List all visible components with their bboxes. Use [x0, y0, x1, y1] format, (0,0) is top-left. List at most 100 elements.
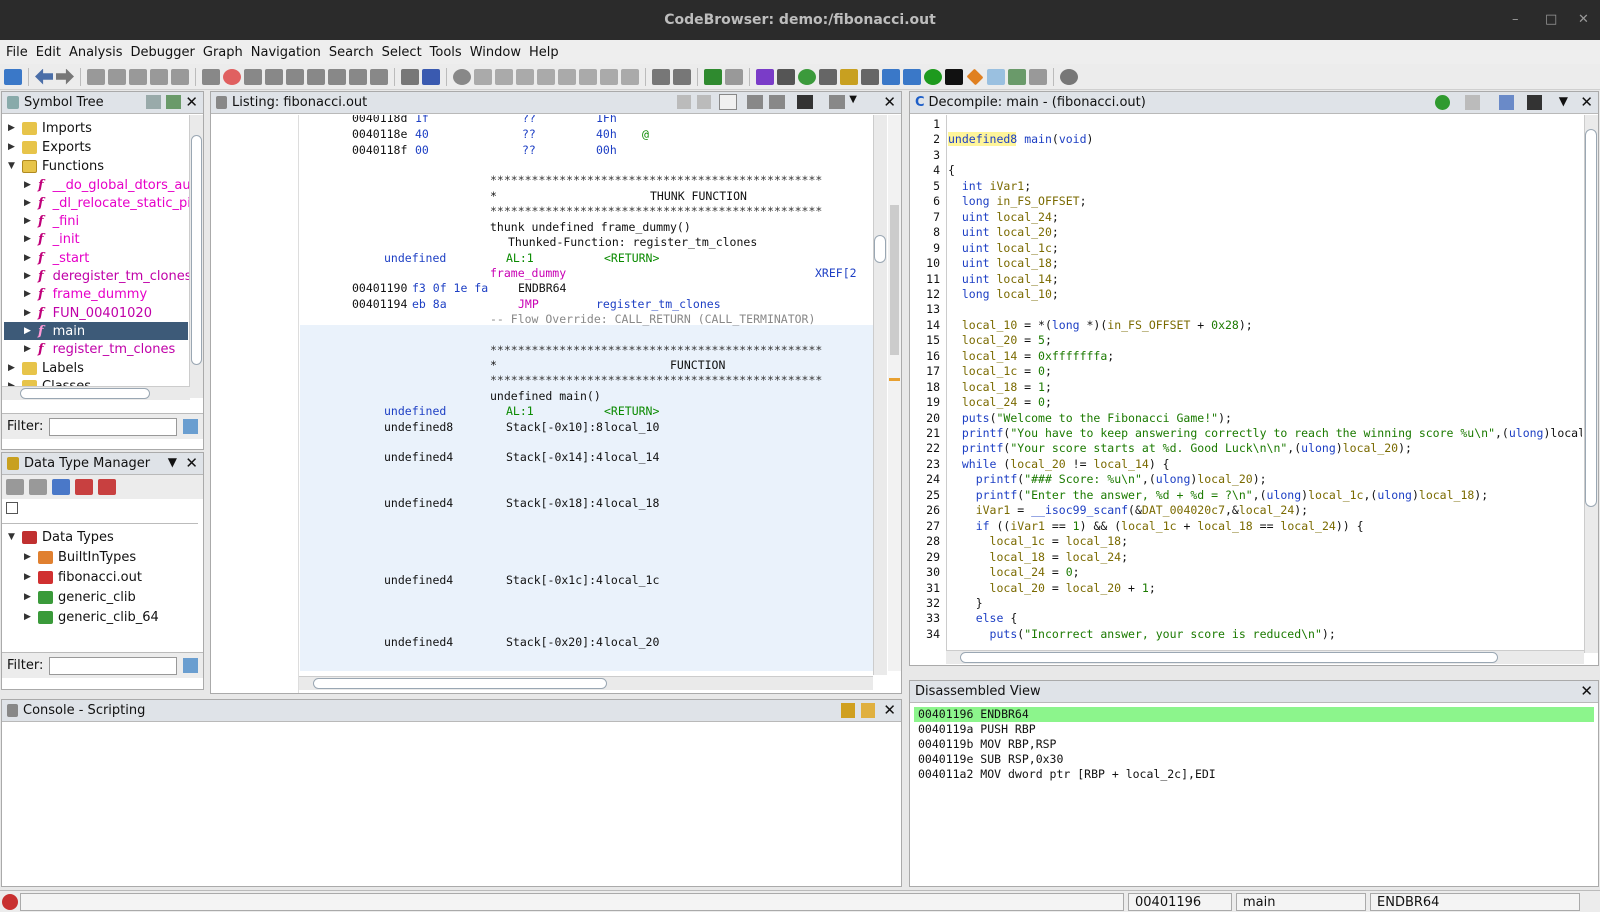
step-out-icon[interactable]	[579, 68, 597, 85]
decompile-line[interactable]: local_10 = *(long *)(in_FS_OFFSET + 0x28…	[948, 318, 1253, 332]
play-icon[interactable]	[474, 68, 492, 85]
down-arrow-icon[interactable]	[202, 68, 220, 85]
tree-item-function[interactable]: ▶ f _fini	[24, 212, 79, 230]
tree-item-builtin[interactable]: ▶ BuiltInTypes	[24, 548, 136, 566]
decompile-line[interactable]: undefined8 main(void)	[948, 132, 1094, 147]
b-icon[interactable]	[370, 68, 388, 85]
decompile-line[interactable]: local_20 = 5;	[948, 333, 1052, 347]
decompile-line[interactable]: }	[948, 596, 983, 610]
close-window-icon[interactable]: ✕	[1578, 0, 1589, 40]
export-icon[interactable]	[1008, 68, 1026, 85]
close-icon[interactable]: ✕	[185, 93, 198, 111]
menu-debugger[interactable]: Debugger	[131, 45, 195, 60]
decompile-hscroll[interactable]	[946, 650, 1584, 664]
terminal-icon[interactable]	[945, 68, 963, 85]
var-name[interactable]: local_14	[604, 450, 659, 464]
decompile-line[interactable]: local_14 = 0xfffffffa;	[948, 349, 1114, 363]
menu-analysis[interactable]: Analysis	[69, 45, 123, 60]
jump-target[interactable]: register_tm_clones	[596, 297, 721, 311]
record-icon[interactable]	[453, 68, 471, 85]
tree-item-function[interactable]: ▶ f _start	[24, 249, 89, 267]
f-icon[interactable]	[328, 68, 346, 85]
disasm-line[interactable]: 0040119b MOV RBP,RSP	[918, 737, 1056, 751]
function-graph-icon[interactable]	[903, 68, 921, 85]
pause-icon[interactable]	[495, 68, 513, 85]
decompiler-icon[interactable]	[882, 68, 900, 85]
menu-search[interactable]: Search	[329, 45, 374, 60]
field-layout-icon[interactable]	[747, 95, 763, 109]
help-icon[interactable]	[1060, 68, 1078, 85]
dropdown-icon[interactable]: ▼	[849, 94, 857, 105]
decompile-line[interactable]: local_20 = local_20 + 1;	[948, 581, 1156, 595]
l-icon[interactable]	[307, 68, 325, 85]
debugger-icon[interactable]	[401, 68, 419, 85]
u-icon[interactable]	[286, 68, 304, 85]
edit-function-icon[interactable]	[1499, 95, 1514, 110]
options-icon[interactable]	[829, 95, 845, 109]
step-back-icon[interactable]	[600, 68, 618, 85]
listing-icon[interactable]	[819, 68, 837, 85]
refresh-icon[interactable]	[798, 68, 816, 85]
menu-window[interactable]: Window	[470, 45, 521, 60]
decompile-line[interactable]: uint local_20;	[948, 225, 1059, 239]
decompile-line[interactable]: else {	[948, 611, 1018, 625]
diamond-icon[interactable]	[966, 68, 984, 85]
v-icon[interactable]	[349, 68, 367, 85]
back-icon[interactable]	[6, 479, 24, 495]
d-icon[interactable]	[265, 68, 283, 85]
decompile-line[interactable]: while (local_20 != local_14) {	[948, 457, 1170, 471]
run-script-icon[interactable]	[924, 68, 942, 85]
symbol-filter-input[interactable]	[49, 417, 178, 436]
menu-tools[interactable]: Tools	[430, 45, 462, 60]
decompile-line[interactable]: local_24 = 0;	[948, 395, 1052, 409]
listing-hscroll[interactable]	[299, 676, 873, 690]
tree-item-function[interactable]: ▶ f register_tm_clones	[24, 340, 175, 358]
symbol-tree-vscroll[interactable]	[189, 115, 203, 398]
decompile-line[interactable]: printf("Enter the answer, %d + %d = ?\n"…	[948, 488, 1488, 502]
memory-icon[interactable]	[840, 68, 858, 85]
decompile-line[interactable]: uint local_1c;	[948, 241, 1059, 255]
folder-add-icon[interactable]	[146, 95, 161, 109]
clear-icon[interactable]	[861, 703, 875, 718]
decompile-line[interactable]: puts("Welcome to the Fibonacci Game!");	[948, 411, 1232, 425]
decompile-line[interactable]: if ((iVar1 == 1) && (local_1c + local_18…	[948, 519, 1364, 533]
open-archive-icon[interactable]	[52, 479, 70, 495]
decompile-code[interactable]: 1 2 undefined8 main(void) 3 4{5 int iVar1; 6 …	[910, 115, 1582, 650]
tree-item-function[interactable]: ▶ f __do_global_dtors_aux	[24, 176, 198, 194]
decompile-line[interactable]: {	[948, 163, 955, 177]
paste-icon[interactable]	[697, 95, 711, 109]
disasm-line[interactable]: 004011a2 MOV dword ptr [RBP + local_2c],…	[918, 767, 1216, 781]
tree-item-function[interactable]: ▶ f _dl_relocate_static_pie	[24, 194, 199, 212]
close-icon[interactable]: ✕	[883, 93, 896, 111]
export-tree-icon[interactable]	[166, 95, 181, 109]
registers-icon[interactable]	[861, 68, 879, 85]
decompile-line[interactable]: local_1c = 0;	[948, 364, 1052, 378]
connect-icon[interactable]	[673, 68, 691, 85]
maximize-icon[interactable]: □	[1545, 0, 1557, 40]
tree-item-labels[interactable]: ▶ Labels	[8, 359, 84, 377]
tree-item-generic-clib[interactable]: ▶ generic_clib	[24, 588, 136, 606]
menu-graph[interactable]: Graph	[203, 45, 243, 60]
decompile-line[interactable]: printf("Your score starts at %d. Good Lu…	[948, 441, 1412, 455]
decompile-line[interactable]: uint local_14;	[948, 272, 1059, 286]
filter-options-icon[interactable]	[183, 658, 199, 673]
tree-item-generic-clib-64[interactable]: ▶ generic_clib_64	[24, 608, 159, 626]
menu-edit[interactable]: Edit	[36, 45, 61, 60]
table-icon[interactable]	[987, 68, 1005, 85]
collapse-all-icon[interactable]	[6, 502, 18, 514]
close-icon[interactable]: ✕	[883, 701, 896, 719]
disasm-line[interactable]: 0040119a PUSH RBP	[918, 722, 1036, 736]
nav-label-icon[interactable]	[150, 68, 168, 85]
decompile-line[interactable]: local_24 = 0;	[948, 565, 1080, 579]
tree-item-program[interactable]: ▶ fibonacci.out	[24, 568, 142, 586]
filter-options-icon[interactable]	[183, 419, 199, 434]
tree-item-data-types[interactable]: ▼ Data Types	[8, 528, 114, 546]
var-name[interactable]: local_18	[604, 496, 659, 510]
refresh-icon[interactable]	[1435, 95, 1450, 110]
xref-label[interactable]: XREF[2	[815, 266, 857, 280]
disassembled-list[interactable]: 00401196 ENDBR64 0040119a PUSH RBP 00401…	[910, 704, 1598, 886]
close-icon[interactable]: ✕	[1580, 682, 1593, 700]
menu-help[interactable]: Help	[529, 45, 559, 60]
tree-item-functions[interactable]: ▼ Functions	[8, 157, 104, 175]
snapshot-icon[interactable]	[797, 95, 813, 109]
